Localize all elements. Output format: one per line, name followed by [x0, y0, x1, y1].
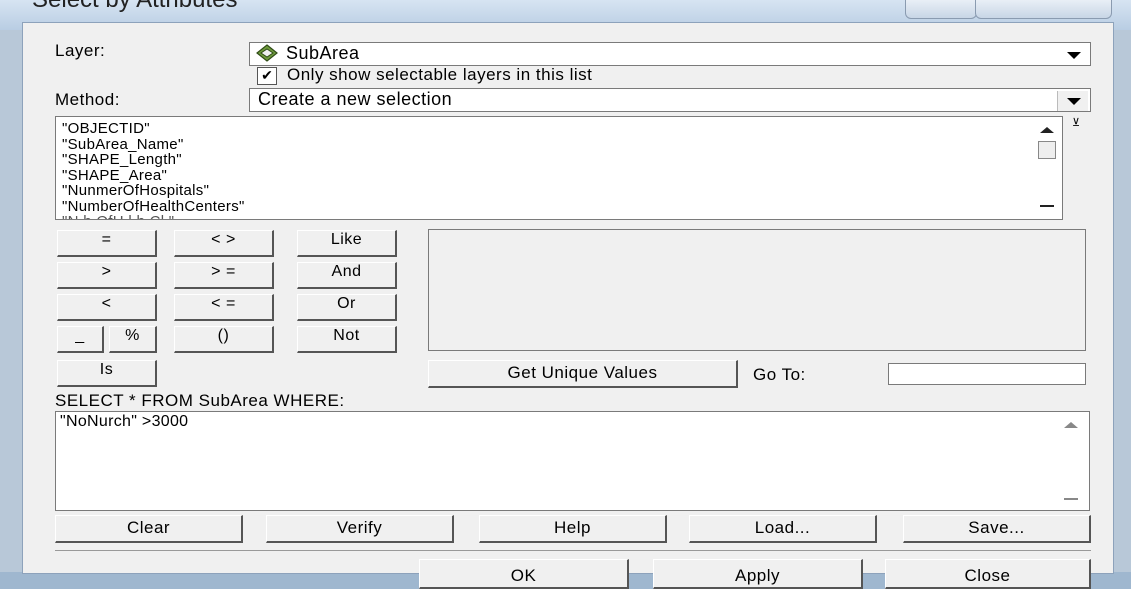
- method-dropdown[interactable]: Create a new selection: [249, 88, 1091, 112]
- layer-dropdown[interactable]: SubArea: [249, 42, 1091, 66]
- background-right: [1112, 30, 1131, 572]
- expression-scrollbar[interactable]: [1056, 412, 1084, 510]
- operator-percent-button[interactable]: %: [109, 326, 157, 353]
- sql-prefix: SELECT * FROM SubArea WHERE:: [55, 391, 345, 410]
- operator-greater-button[interactable]: >: [57, 262, 157, 289]
- goto-input[interactable]: [888, 363, 1086, 385]
- operator-less-button[interactable]: <: [57, 294, 157, 321]
- apply-button[interactable]: Apply: [653, 559, 863, 589]
- method-label: Method:: [55, 90, 120, 109]
- only-selectable-checkbox[interactable]: ✔: [257, 67, 277, 85]
- load-button[interactable]: Load...: [689, 515, 877, 543]
- operator-less-equal-button[interactable]: < =: [174, 294, 274, 321]
- field-item[interactable]: "OBJECTID": [62, 121, 1056, 137]
- close-button[interactable]: Close: [885, 559, 1091, 589]
- minimize-button[interactable]: [905, 0, 977, 19]
- layer-value: SubArea: [286, 43, 360, 63]
- expression-text: "NoNurch" >3000: [60, 413, 189, 430]
- only-selectable-label: Only show selectable layers in this list: [287, 65, 593, 84]
- ok-button[interactable]: OK: [419, 559, 629, 589]
- operator-not-equals-button[interactable]: < >: [174, 230, 274, 257]
- method-value: Create a new selection: [258, 89, 453, 109]
- field-item[interactable]: "SubArea_Name": [62, 136, 1056, 153]
- select-by-attributes-dialog: Layer: SubArea ✔ Only show selectable la…: [22, 22, 1114, 589]
- operator-parens-button[interactable]: (): [174, 326, 274, 353]
- operator-not-button[interactable]: Not: [297, 326, 397, 353]
- scroll-down-icon[interactable]: [1064, 498, 1078, 500]
- operator-or-button[interactable]: Or: [297, 294, 397, 321]
- field-item[interactable]: "SHAPE_Length": [62, 152, 1056, 168]
- get-unique-values-button[interactable]: Get Unique Values: [428, 360, 738, 388]
- resize-handle-icon[interactable]: ⊻: [1072, 116, 1080, 129]
- scroll-down-icon[interactable]: [1040, 205, 1054, 207]
- field-item[interactable]: "NunmerOfHospitals": [62, 183, 1056, 199]
- unique-values-list[interactable]: [428, 229, 1086, 351]
- chevron-down-icon[interactable]: [1057, 91, 1088, 111]
- operator-like-button[interactable]: Like: [297, 230, 397, 257]
- close-window-button[interactable]: [975, 0, 1112, 19]
- field-item-partial: "N b OfH l h Cl ": [62, 214, 1056, 219]
- layer-label: Layer:: [55, 41, 106, 60]
- expression-textarea[interactable]: "NoNurch" >3000: [55, 411, 1090, 511]
- goto-label: Go To:: [753, 365, 806, 384]
- layer-polygon-icon: [256, 44, 278, 67]
- scroll-thumb[interactable]: [1038, 141, 1056, 159]
- operator-and-button[interactable]: And: [297, 262, 397, 289]
- operator-greater-equal-button[interactable]: > =: [174, 262, 274, 289]
- operator-underscore-button[interactable]: _: [57, 326, 104, 353]
- operator-equals-button[interactable]: =: [57, 230, 157, 257]
- operator-is-button[interactable]: Is: [57, 360, 157, 387]
- divider: [55, 550, 1091, 551]
- background-left: [0, 30, 22, 572]
- fields-scrollbar[interactable]: [1032, 117, 1060, 219]
- fields-list[interactable]: "OBJECTID" "SubArea_Name" "SHAPE_Length"…: [55, 116, 1063, 220]
- verify-button[interactable]: Verify: [266, 515, 454, 543]
- field-item[interactable]: "NumberOfHealthCenters": [62, 198, 1056, 215]
- scroll-up-icon[interactable]: [1064, 422, 1078, 428]
- help-button[interactable]: Help: [479, 515, 667, 543]
- clear-button[interactable]: Clear: [55, 515, 243, 543]
- save-button[interactable]: Save...: [903, 515, 1091, 543]
- scroll-up-icon[interactable]: [1040, 127, 1054, 133]
- chevron-down-icon[interactable]: [1058, 45, 1088, 65]
- field-item[interactable]: "SHAPE_Area": [62, 167, 1056, 184]
- window-title: Select by Attributes: [32, 0, 237, 14]
